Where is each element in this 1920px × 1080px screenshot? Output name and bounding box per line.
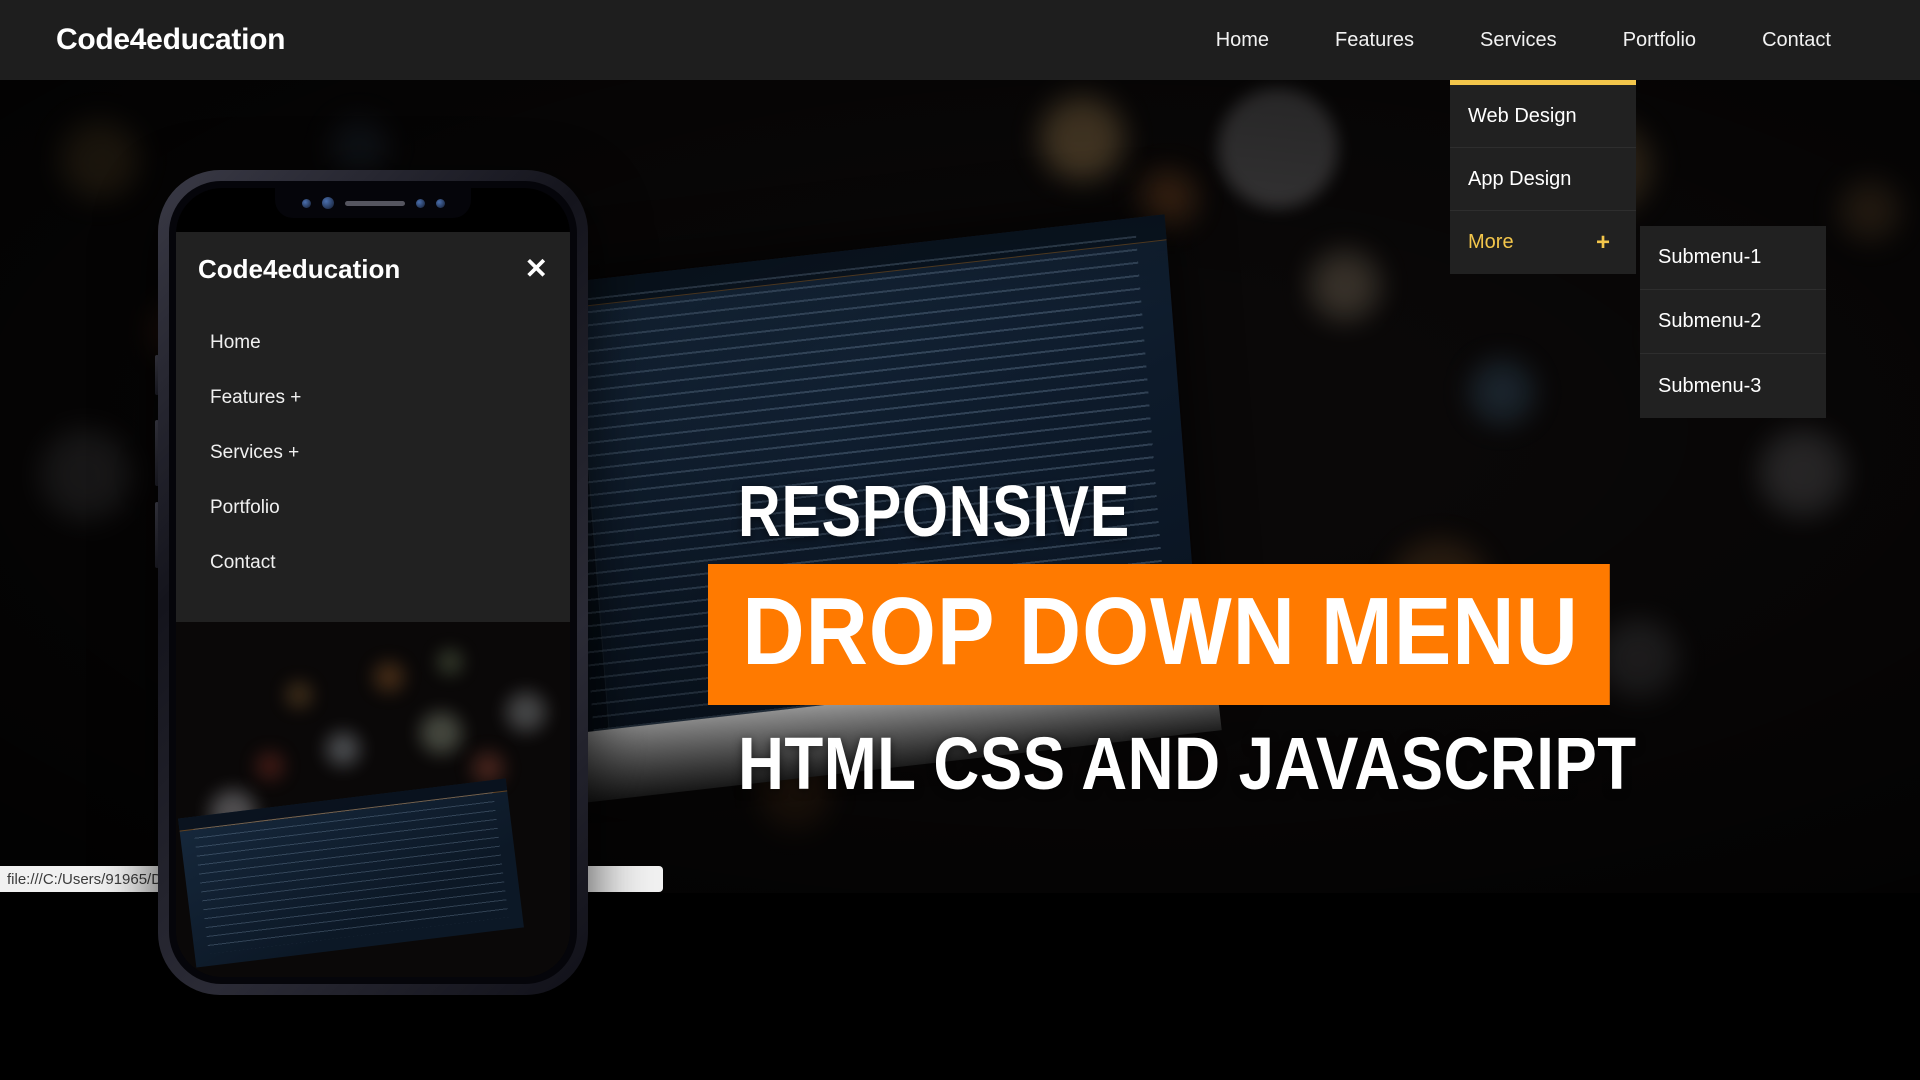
submenu-item-3-label: Submenu-3 bbox=[1658, 374, 1762, 397]
phone-menu-item-home[interactable]: Home bbox=[198, 316, 548, 371]
phone-mockup: Code4education ✕ Home Features + Service… bbox=[155, 170, 588, 995]
earpiece-speaker-icon bbox=[344, 200, 405, 206]
nav-link-contact[interactable]: Contact bbox=[1729, 0, 1864, 80]
dropdown-item-web-design[interactable]: Web Design bbox=[1450, 85, 1636, 148]
hero-text-block: RESPONSIVE DROP DOWN MENU HTML CSS AND J… bbox=[708, 472, 1783, 805]
site-logo[interactable]: Code4education bbox=[56, 23, 285, 57]
nav-item-features[interactable]: Features bbox=[1302, 0, 1447, 80]
nav-link-home[interactable]: Home bbox=[1183, 0, 1302, 80]
nav-link-features[interactable]: Features bbox=[1302, 0, 1447, 80]
submenu-item-1[interactable]: Submenu-1 bbox=[1640, 226, 1826, 290]
submenu-item-1-label: Submenu-1 bbox=[1658, 246, 1762, 268]
page-root: RESPONSIVE DROP DOWN MENU HTML CSS AND J… bbox=[0, 0, 1920, 1080]
main-navigation: Home Features Services Portfolio Contact bbox=[1183, 0, 1864, 80]
services-dropdown-menu: Web Design App Design More + bbox=[1450, 80, 1636, 274]
phone-menu-item-portfolio[interactable]: Portfolio bbox=[198, 481, 548, 536]
dropdown-item-app-design[interactable]: App Design bbox=[1450, 148, 1636, 211]
phone-menu-list: Home Features + Services + Portfolio Con… bbox=[198, 316, 548, 591]
front-camera-icon bbox=[301, 198, 311, 208]
nav-item-services[interactable]: Services bbox=[1447, 0, 1590, 80]
close-icon[interactable]: ✕ bbox=[525, 255, 548, 283]
hero-line-1: RESPONSIVE bbox=[738, 472, 1131, 552]
phone-menu-item-services[interactable]: Services + bbox=[198, 426, 548, 481]
more-submenu: Submenu-1 Submenu-2 Submenu-3 bbox=[1640, 226, 1826, 418]
phone-notch bbox=[275, 188, 471, 218]
hero-line-2-highlighted: DROP DOWN MENU bbox=[708, 564, 1610, 705]
nav-item-portfolio[interactable]: Portfolio bbox=[1590, 0, 1729, 80]
phone-menu-logo[interactable]: Code4education bbox=[198, 254, 400, 285]
phone-menu-item-features[interactable]: Features + bbox=[198, 371, 548, 426]
nav-link-portfolio[interactable]: Portfolio bbox=[1590, 0, 1729, 80]
plus-icon: + bbox=[1595, 228, 1610, 256]
phone-mobile-menu: Code4education ✕ Home Features + Service… bbox=[176, 232, 570, 622]
dropdown-item-more-label: More bbox=[1468, 231, 1514, 253]
dropdown-item-app-design-label: App Design bbox=[1468, 167, 1572, 190]
submenu-item-3[interactable]: Submenu-3 bbox=[1640, 354, 1826, 418]
nav-item-home[interactable]: Home bbox=[1183, 0, 1302, 80]
dropdown-item-web-design-label: Web Design bbox=[1468, 104, 1577, 127]
submenu-item-2-label: Submenu-2 bbox=[1658, 310, 1762, 332]
phone-menu-item-contact[interactable]: Contact bbox=[198, 536, 548, 591]
phone-menu-header: Code4education ✕ bbox=[198, 232, 548, 306]
dropdown-item-more[interactable]: More + bbox=[1450, 211, 1636, 274]
proximity-sensor-icon bbox=[435, 198, 445, 208]
hero-line-3: HTML CSS AND JAVASCRIPT bbox=[738, 721, 1637, 805]
face-id-sensor-icon bbox=[321, 197, 334, 209]
phone-bezel: Code4education ✕ Home Features + Service… bbox=[169, 181, 577, 984]
site-header: Code4education Home Features Services Po… bbox=[0, 0, 1920, 80]
nav-link-services[interactable]: Services bbox=[1447, 0, 1590, 80]
submenu-item-2[interactable]: Submenu-2 bbox=[1640, 290, 1826, 354]
ambient-sensor-icon bbox=[415, 198, 425, 208]
phone-screen: Code4education ✕ Home Features + Service… bbox=[176, 188, 570, 977]
phone-hero-background bbox=[176, 622, 570, 977]
nav-item-contact[interactable]: Contact bbox=[1729, 0, 1864, 80]
phone-frame: Code4education ✕ Home Features + Service… bbox=[158, 170, 588, 995]
